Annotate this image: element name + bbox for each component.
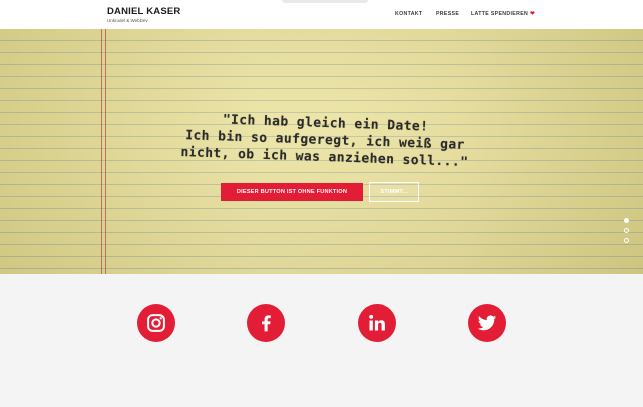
linkedin-link[interactable] bbox=[358, 304, 396, 342]
nav-link-latte-label: LATTE SPENDIEREN bbox=[471, 11, 529, 17]
header-handle bbox=[282, 0, 368, 3]
twitter-icon bbox=[477, 315, 497, 331]
hero-slider: "Ich hab gleich ein Date! Ich bin so auf… bbox=[0, 29, 643, 274]
brand-title: DANIEL KASER bbox=[107, 6, 181, 17]
page: DANIEL KASER Unkrudel & WebDev KONTAKT P… bbox=[0, 0, 643, 407]
twitter-link[interactable] bbox=[468, 304, 506, 342]
facebook-link[interactable] bbox=[247, 304, 285, 342]
facebook-icon bbox=[262, 315, 271, 332]
primary-cta-button[interactable]: DIESER BUTTON IST OHNE FUNKTION bbox=[221, 183, 363, 201]
slider-dot-2[interactable] bbox=[624, 228, 629, 233]
brand-logo-link[interactable]: DANIEL KASER Unkrudel & WebDev bbox=[107, 6, 180, 24]
paper-margin-line bbox=[105, 29, 106, 274]
slider-pagination bbox=[624, 218, 630, 248]
site-header: DANIEL KASER Unkrudel & WebDev KONTAKT P… bbox=[0, 0, 643, 29]
linkedin-icon bbox=[369, 314, 385, 331]
nav-link-presse[interactable]: PRESSE bbox=[436, 11, 459, 17]
heart-icon: ❤ bbox=[530, 11, 536, 17]
slider-dot-1[interactable] bbox=[624, 218, 629, 223]
social-links bbox=[0, 274, 643, 407]
secondary-cta-button[interactable]: STIMMT... bbox=[369, 182, 419, 202]
nav-link-kontakt[interactable]: KONTAKT bbox=[395, 11, 422, 17]
instagram-link[interactable] bbox=[137, 304, 175, 342]
slider-dot-3[interactable] bbox=[624, 238, 629, 243]
brand-subtitle: Unkrudel & WebDev bbox=[107, 18, 148, 23]
nav-link-latte-spendieren[interactable]: LATTE SPENDIEREN ❤ bbox=[471, 11, 535, 17]
paper-margin-line bbox=[101, 29, 102, 274]
instagram-icon bbox=[147, 314, 165, 332]
